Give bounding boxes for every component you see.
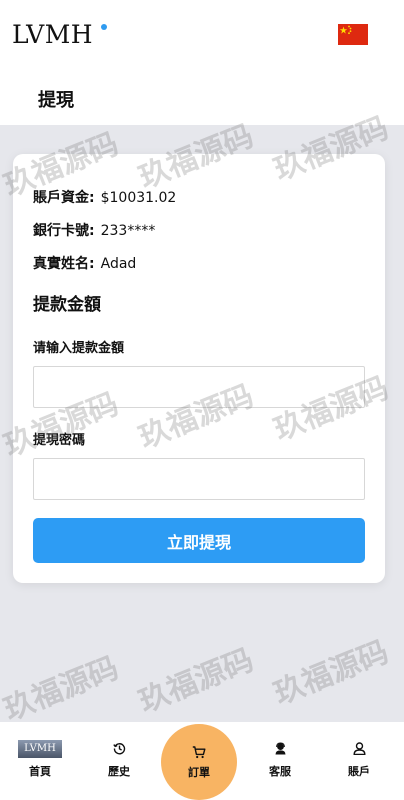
app-header: LVMH 提現 [0, 0, 404, 125]
password-label: 提現密碼 [33, 433, 86, 448]
withdraw-amount-title: 提款金額 [33, 295, 101, 315]
card-number-label: 銀行卡號: [33, 223, 95, 239]
history-icon [79, 742, 159, 756]
withdraw-submit-button[interactable]: 立即提現 [33, 518, 365, 563]
cart-icon [161, 746, 237, 759]
tab-home[interactable]: LVMH 首頁 [0, 722, 80, 800]
tab-account[interactable]: 賬戶 [319, 722, 399, 800]
home-image: LVMH [18, 740, 62, 758]
balance-row: 賬戶資金: $10031.02 [33, 187, 176, 207]
tab-support[interactable]: 客服 [240, 722, 320, 800]
watermark: 玖福源码 [0, 650, 124, 728]
card-number-value: 233**** [100, 223, 156, 239]
user-icon [319, 742, 399, 756]
amount-label: 请输入提款金額 [33, 341, 125, 356]
watermark: 玖福源码 [269, 634, 394, 712]
tab-account-label: 賬戶 [348, 765, 370, 778]
support-icon [240, 742, 320, 756]
amount-input[interactable] [33, 366, 365, 408]
brand-logo[interactable]: LVMH [12, 20, 93, 49]
tab-history[interactable]: 歷史 [79, 722, 159, 800]
password-input[interactable] [33, 458, 365, 500]
withdraw-card: 賬戶資金: $10031.02 銀行卡號: 233**** 真實姓名: Adad 提款… [13, 154, 385, 583]
tab-orders-label: 訂單 [188, 766, 210, 779]
watermark: 玖福源码 [134, 642, 259, 720]
real-name-value: Adad [100, 256, 137, 272]
tab-support-label: 客服 [269, 765, 291, 778]
page-title: 提現 [38, 90, 74, 111]
card-number-row: 銀行卡號: 233**** [33, 220, 155, 240]
tab-home-label: 首頁 [29, 765, 51, 778]
real-name-label: 真實姓名: [33, 256, 95, 272]
tab-history-label: 歷史 [108, 765, 130, 778]
balance-value: $10031.02 [100, 190, 177, 206]
cn-flag-icon[interactable] [338, 24, 368, 45]
tab-orders[interactable]: 訂單 [161, 724, 237, 800]
real-name-row: 真實姓名: Adad [33, 253, 136, 273]
balance-label: 賬戶資金: [33, 190, 95, 206]
logo-dot [101, 24, 107, 30]
